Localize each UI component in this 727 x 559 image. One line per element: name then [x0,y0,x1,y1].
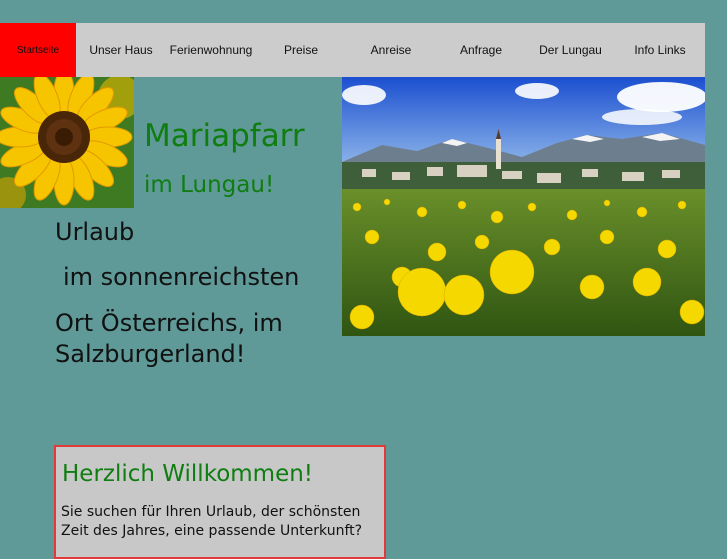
nav-item-unser-haus[interactable]: Unser Haus [76,23,166,77]
page-subtitle: im Lungau! [144,172,275,198]
page-title: Mariapfarr [144,118,305,154]
nav-item-startseite[interactable]: Startseite [0,23,76,77]
intro-line-4: Salzburgerland! [55,340,246,368]
intro-line-2: im sonnenreichsten [63,263,300,291]
nav-item-der-lungau[interactable]: Der Lungau [526,23,615,77]
welcome-text: Sie suchen für Ihren Urlaub, der schönst… [61,504,363,539]
nav-item-anfrage[interactable]: Anfrage [436,23,526,77]
main-navigation: Startseite Unser Haus Ferienwohnung Prei… [0,23,705,77]
nav-item-info-links[interactable]: Info Links [615,23,705,77]
intro-line-1: Urlaub [55,218,135,246]
nav-item-preise[interactable]: Preise [256,23,346,77]
nav-item-ferienwohnung[interactable]: Ferienwohnung [166,23,256,77]
nav-item-anreise[interactable]: Anreise [346,23,436,77]
village-meadow-image [342,77,705,336]
welcome-heading: Herzlich Willkommen! [62,461,314,487]
intro-line-3: Ort Österreichs, im [55,309,283,337]
sunflower-image [0,77,134,208]
welcome-box: Herzlich Willkommen! Sie suchen für Ihre… [54,445,386,559]
